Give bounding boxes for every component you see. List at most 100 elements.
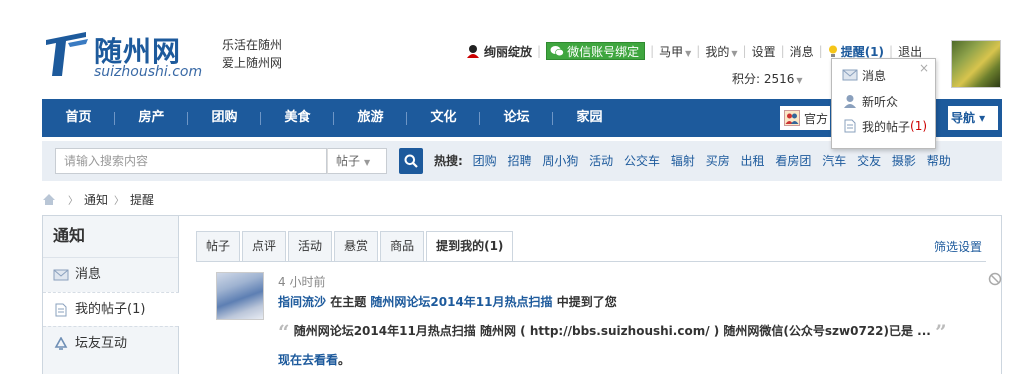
hot-link[interactable]: 汽车 [822, 154, 846, 168]
separator: | [696, 44, 701, 58]
tab-reviews[interactable]: 点评 [242, 231, 287, 261]
close-quote-icon: ” [935, 320, 947, 344]
group-icon [784, 110, 800, 126]
hot-link[interactable]: 出租 [741, 154, 765, 168]
wechat-bind-button[interactable]: 微信账号绑定 [546, 42, 646, 60]
nav-item-travel[interactable]: 旅游 [334, 99, 407, 137]
notice-in-topic: 在主题 [330, 295, 367, 309]
home-icon[interactable] [42, 193, 56, 206]
hot-link[interactable]: 买房 [706, 154, 730, 168]
separator: | [889, 44, 894, 58]
breadcrumb-item[interactable]: 通知 [84, 191, 108, 208]
user-icon [467, 45, 479, 58]
marker-menu[interactable]: 马甲 ▼ [659, 43, 691, 60]
messages-link[interactable]: 消息 [790, 43, 814, 60]
remind-link[interactable]: 提醒(1) [841, 43, 884, 60]
sidebar-title: 通知 [43, 216, 178, 258]
sidebar: 通知 消息 我的帖子(1) 坛友互动 [43, 216, 179, 374]
sidebar-item-interaction[interactable]: 坛友互动 [43, 326, 178, 360]
logout-link[interactable]: 退出 [898, 43, 922, 60]
separator: | [780, 44, 785, 58]
separator: | [818, 44, 823, 58]
document-icon [55, 303, 67, 316]
search-icon [404, 154, 418, 168]
hot-link[interactable]: 摄影 [892, 154, 916, 168]
hot-link[interactable]: 帮助 [927, 154, 951, 168]
hot-link[interactable]: 公交车 [624, 154, 660, 168]
guide-button[interactable]: 导航 ▾ [948, 106, 998, 130]
search-button[interactable] [399, 148, 423, 174]
notice-mentioned: 中提到了您 [556, 295, 617, 309]
notice-user-link[interactable]: 指间流沙 [278, 295, 326, 309]
content-panel: 通知 消息 我的帖子(1) 坛友互动 帖子 点评 活动 悬赏 商品 提到我的(1… [42, 215, 1002, 374]
settings-link[interactable]: 设置 [752, 43, 776, 60]
separator: | [650, 44, 655, 58]
open-quote-icon: “ [278, 320, 290, 344]
hot-link[interactable]: 辐射 [671, 154, 695, 168]
dropdown-item-label: 我的帖子 [862, 119, 911, 134]
site-logo[interactable]: 随州网 suizhoushi.com [42, 26, 202, 82]
nav-item-culture[interactable]: 文化 [407, 99, 480, 137]
nav-item-homeland[interactable]: 家园 [553, 99, 626, 137]
chevron-down-icon: ▼ [685, 48, 692, 58]
close-icon[interactable]: × [919, 61, 929, 75]
nav-item-food[interactable]: 美食 [261, 99, 334, 137]
notice-quote-text: 随州网论坛2014年11月热点扫描 随州网 ( http://bbs.suizh… [293, 324, 931, 338]
points-label: 积分: 2516 [732, 72, 795, 86]
hot-link[interactable]: 团购 [473, 154, 497, 168]
hot-link[interactable]: 活动 [589, 154, 613, 168]
notice-avatar[interactable] [216, 272, 264, 320]
nav-item-groupbuy[interactable]: 团购 [188, 99, 261, 137]
notice-time: 4 小时前 [278, 275, 326, 289]
notice-tabs: 帖子 点评 活动 悬赏 商品 提到我的(1) [196, 231, 515, 262]
tab-divider [196, 261, 986, 262]
go-see-link[interactable]: 现在去看看。 [278, 351, 350, 368]
chevron-right-icon: 〉 [114, 195, 125, 207]
tab-activities[interactable]: 活动 [288, 231, 333, 261]
slogan-line-1: 乐活在随州 [222, 38, 283, 52]
points-menu[interactable]: 积分: 2516 ▼ [732, 70, 803, 87]
logo-mark-icon [46, 32, 88, 76]
sidebar-item-label: 消息 [75, 267, 102, 282]
go-see-label: 现在去看看 [278, 353, 339, 367]
hot-link[interactable]: 周小狗 [542, 154, 578, 168]
sidebar-item-messages[interactable]: 消息 [43, 258, 178, 292]
bulb-icon [828, 45, 837, 57]
dropdown-item-my-posts[interactable]: 我的帖子 (1) [842, 116, 927, 136]
separator: | [742, 44, 747, 58]
block-icon[interactable] [988, 272, 1002, 286]
breadcrumb: 〉 通知 〉 提醒 [42, 189, 154, 209]
hot-link[interactable]: 交友 [857, 154, 881, 168]
tab-rewards[interactable]: 悬赏 [334, 231, 379, 261]
username-link[interactable]: 绚丽绽放 [484, 43, 532, 60]
tab-goods[interactable]: 商品 [380, 231, 425, 261]
marker-label: 马甲 [659, 44, 684, 59]
separator: | [537, 44, 542, 58]
notice-item: 4 小时前 指间流沙 在主题 随州网论坛2014年11月热点扫描 中提到了您 “… [216, 272, 1002, 372]
notice-topic-link[interactable]: 随州网论坛2014年11月热点扫描 [370, 295, 552, 309]
official-button[interactable]: 官方 [780, 106, 830, 130]
hot-link[interactable]: 招聘 [507, 154, 531, 168]
nav-item-home[interactable]: 首页 [42, 99, 115, 137]
sidebar-item-label: 坛友互动 [75, 335, 128, 351]
nav-item-house[interactable]: 房产 [115, 99, 188, 137]
hot-link[interactable]: 看房团 [775, 154, 811, 168]
chevron-down-icon: ▼ [364, 158, 371, 167]
logo-en-text: suizhoushi.com [94, 64, 203, 80]
user-avatar[interactable] [951, 40, 1001, 88]
nav-item-forum[interactable]: 论坛 [480, 99, 553, 137]
search-type-select[interactable]: 帖子 ▼ [327, 148, 387, 174]
breadcrumb-item[interactable]: 提醒 [130, 191, 154, 208]
dropdown-item-messages[interactable]: 消息 [842, 65, 886, 85]
mine-menu[interactable]: 我的 ▼ [705, 43, 737, 60]
envelope-icon [842, 69, 858, 81]
tab-mentions[interactable]: 提到我的(1) [426, 231, 514, 262]
sidebar-item-my-posts[interactable]: 我的帖子(1) [43, 292, 179, 326]
document-icon [844, 119, 856, 133]
dropdown-item-new-followers[interactable]: 新听众 [842, 91, 898, 111]
notice-quote: “ 随州网论坛2014年11月热点扫描 随州网 ( http://bbs.sui… [278, 320, 947, 344]
slogan-line-2: 爱上随州网 [222, 56, 283, 70]
tab-posts[interactable]: 帖子 [196, 231, 241, 261]
search-input[interactable]: 请输入搜索内容 [55, 148, 327, 174]
filter-settings-link[interactable]: 筛选设置 [934, 238, 982, 255]
